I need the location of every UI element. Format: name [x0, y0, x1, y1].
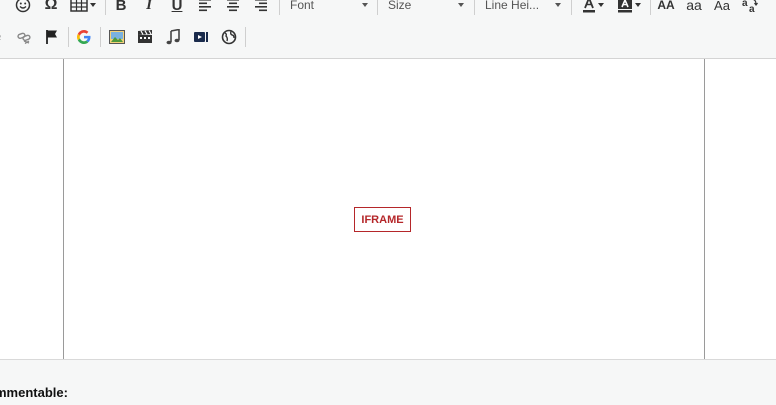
underline-icon[interactable]: U — [167, 0, 187, 17]
line-height-select-label: Line Hei... — [485, 0, 540, 12]
link-icon[interactable] — [0, 25, 8, 49]
emoticon-icon[interactable] — [13, 0, 33, 17]
font-select-label: Font — [290, 0, 315, 12]
chevron-down-icon — [555, 3, 561, 7]
toolbar-separator — [105, 0, 106, 15]
svg-text:a: a — [742, 0, 748, 9]
table-icon[interactable] — [69, 0, 97, 17]
align-left-icon[interactable] — [195, 0, 215, 17]
bold-icon[interactable]: B — [111, 0, 131, 17]
editor-toolbar: Ω B I U Font Size Line Hei... AA aa Aa a… — [0, 0, 776, 59]
youtube-icon[interactable] — [191, 25, 211, 49]
document-page[interactable]: IFRAME — [63, 59, 705, 359]
lowercase-icon[interactable]: aa — [683, 0, 705, 17]
anchor-flag-icon[interactable] — [42, 25, 62, 49]
toolbar-separator — [68, 27, 69, 47]
iframe-placeholder[interactable]: IFRAME — [354, 207, 411, 232]
toolbar-separator — [279, 0, 280, 15]
chevron-down-icon — [598, 3, 604, 7]
toolbar-separator — [245, 27, 246, 47]
chevron-down-icon — [458, 3, 464, 7]
image-icon[interactable] — [107, 25, 127, 49]
omega-icon[interactable]: Ω — [41, 0, 61, 17]
align-right-icon[interactable] — [251, 0, 271, 17]
line-height-select[interactable]: Line Hei... — [485, 0, 561, 17]
chevron-down-icon — [90, 3, 96, 7]
italic-icon[interactable]: I — [139, 0, 159, 17]
toolbar-row-1: Ω B I U Font Size Line Hei... AA aa Aa a… — [0, 0, 776, 17]
google-icon[interactable] — [74, 25, 94, 49]
background-color-icon[interactable] — [615, 0, 643, 17]
video-icon[interactable] — [135, 25, 155, 49]
change-case-icon[interactable]: aa — [739, 0, 761, 17]
text-color-icon[interactable] — [580, 0, 606, 17]
toolbar-separator — [377, 0, 378, 15]
audio-icon[interactable] — [163, 25, 183, 49]
titlecase-icon[interactable]: Aa — [711, 0, 733, 17]
toolbar-separator — [100, 27, 101, 47]
toolbar-separator — [571, 0, 572, 15]
size-select-label: Size — [388, 0, 412, 12]
globe-icon[interactable] — [219, 25, 239, 49]
toolbar-row-2 — [0, 25, 776, 49]
align-center-icon[interactable] — [223, 0, 243, 17]
chevron-down-icon — [635, 3, 641, 7]
toolbar-separator — [650, 0, 651, 15]
unlink-icon[interactable] — [14, 25, 34, 49]
svg-text:a: a — [749, 4, 755, 13]
toolbar-separator — [474, 0, 475, 15]
editor-content-area[interactable]: IFRAME — [0, 59, 776, 359]
uppercase-icon[interactable]: AA — [655, 0, 677, 17]
commentable-label: mmentable: — [0, 385, 68, 400]
font-select[interactable]: Font — [290, 0, 368, 17]
form-footer: mmentable: — [0, 359, 776, 405]
size-select[interactable]: Size — [388, 0, 464, 17]
chevron-down-icon — [362, 3, 368, 7]
